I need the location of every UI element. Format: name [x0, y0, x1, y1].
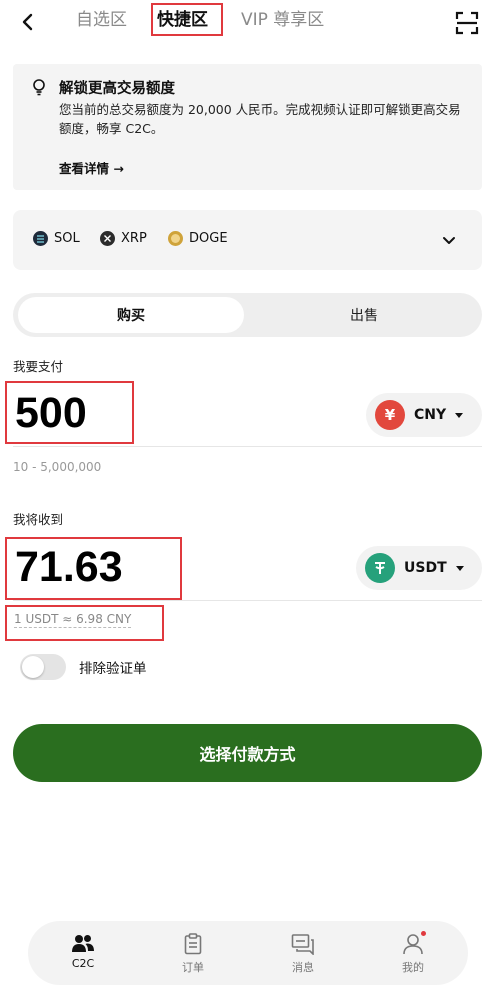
- bottom-nav: C2C 订单 消息 我的: [28, 921, 468, 985]
- divider: [13, 446, 482, 447]
- notice-title: 解锁更高交易额度: [59, 81, 175, 97]
- tab-watchlist[interactable]: 自选区: [76, 8, 127, 32]
- sol-icon: [33, 231, 48, 246]
- caret-down-icon: [455, 412, 464, 418]
- top-bar: 自选区 快捷区 VIP 尊享区: [0, 0, 500, 44]
- cny-icon: ¥: [375, 400, 405, 430]
- pay-limits: 10 - 5,000,000: [13, 460, 102, 474]
- pay-currency-selector[interactable]: ¥ CNY: [366, 393, 482, 437]
- buy-sell-toggle: 购买 出售: [13, 293, 482, 337]
- pay-amount-highlight: [5, 381, 134, 444]
- scan-icon: [455, 11, 479, 35]
- exclude-verification-toggle[interactable]: [20, 654, 66, 680]
- profile-icon: [403, 934, 423, 955]
- coin-doge[interactable]: DOGE: [168, 231, 228, 246]
- nav-label: C2C: [71, 957, 95, 970]
- notice-details-link[interactable]: 查看详情 →: [59, 158, 124, 177]
- chat-icon: [291, 934, 314, 955]
- limit-notice: 解锁更高交易额度 您当前的总交易额度为 20,000 人民币。完成视频认证即可解…: [13, 64, 482, 190]
- rate-highlight: [5, 605, 164, 641]
- coin-shortcut-bar: SOL XRP DOGE: [13, 210, 482, 270]
- coin-sol[interactable]: SOL: [33, 231, 80, 246]
- nav-orders[interactable]: 订单: [138, 921, 248, 985]
- pay-currency-label: CNY: [414, 407, 447, 423]
- tab-highlight-box: [151, 3, 223, 36]
- nav-profile[interactable]: 我的: [358, 921, 468, 985]
- select-payment-button[interactable]: 选择付款方式: [13, 724, 482, 782]
- nav-c2c[interactable]: C2C: [28, 921, 138, 985]
- tab-buy[interactable]: 购买: [18, 297, 244, 333]
- toggle-knob: [22, 656, 44, 678]
- receive-label: 我将收到: [13, 512, 64, 527]
- notice-description: 您当前的总交易额度为 20,000 人民币。完成视频认证即可解锁更高交易额度，畅…: [59, 102, 461, 136]
- tab-vip[interactable]: VIP 尊享区: [241, 8, 324, 32]
- coin-label: XRP: [121, 231, 147, 246]
- divider: [13, 600, 482, 601]
- clipboard-icon: [184, 933, 202, 955]
- chevron-left-icon: [22, 13, 33, 31]
- coin-xrp[interactable]: XRP: [100, 231, 147, 246]
- receive-currency-selector[interactable]: USDT: [356, 546, 482, 590]
- xrp-icon: [100, 231, 115, 246]
- scan-button[interactable]: [453, 9, 481, 37]
- caret-down-icon: [455, 565, 464, 571]
- tab-sell[interactable]: 出售: [251, 297, 477, 333]
- receive-amount-highlight: [5, 537, 182, 600]
- nav-label: 我的: [402, 961, 424, 974]
- notification-badge: [421, 931, 426, 936]
- back-button[interactable]: [14, 8, 42, 36]
- pay-label: 我要支付: [13, 359, 64, 374]
- nav-messages[interactable]: 消息: [248, 921, 358, 985]
- chevron-down-icon[interactable]: [441, 232, 457, 248]
- coin-label: DOGE: [189, 231, 228, 246]
- nav-label: 订单: [182, 961, 204, 974]
- receive-currency-label: USDT: [404, 560, 447, 576]
- doge-icon: [168, 231, 183, 246]
- exclude-verification-label: 排除验证单: [79, 661, 147, 677]
- nav-label: 消息: [292, 961, 314, 974]
- usdt-icon: [365, 553, 395, 583]
- people-icon: [72, 935, 94, 952]
- lightbulb-icon: [33, 79, 45, 96]
- coin-label: SOL: [54, 231, 80, 246]
